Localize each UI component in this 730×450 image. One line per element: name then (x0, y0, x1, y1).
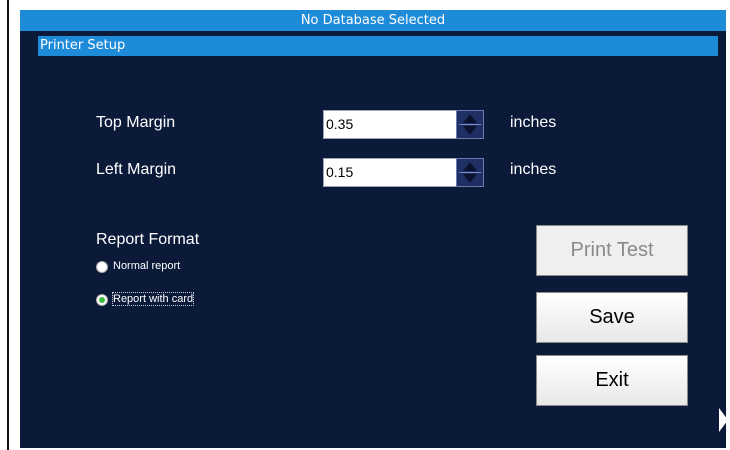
report-with-card-radio[interactable] (96, 294, 108, 306)
top-margin-input[interactable]: 0.35 (323, 110, 458, 139)
top-margin-label: Top Margin (96, 114, 176, 131)
left-margin-label: Left Margin (96, 161, 177, 178)
spinner-up-icon[interactable] (463, 114, 477, 123)
top-margin-unit: inches (510, 114, 557, 131)
report-with-card-label[interactable]: Report with card (111, 292, 195, 306)
section-title: Printer Setup (38, 36, 718, 56)
print-test-button[interactable]: Print Test (536, 225, 688, 276)
save-button[interactable]: Save (536, 292, 688, 343)
spinner-down-icon[interactable] (463, 174, 477, 183)
left-margin-unit: inches (510, 161, 557, 178)
spinner-divider (459, 124, 481, 125)
left-margin-input[interactable]: 0.15 (323, 158, 458, 187)
window-border-line (7, 0, 9, 450)
spinner-divider (459, 172, 481, 173)
normal-report-label[interactable]: Normal report (113, 260, 180, 272)
next-arrow-icon[interactable] (719, 408, 728, 432)
spinner-down-icon[interactable] (463, 126, 477, 135)
top-margin-spinner[interactable] (456, 110, 484, 139)
spinner-up-icon[interactable] (463, 162, 477, 171)
left-margin-spinner[interactable] (456, 158, 484, 187)
exit-button[interactable]: Exit (536, 355, 688, 406)
normal-report-radio[interactable] (96, 261, 108, 273)
report-format-heading: Report Format (96, 231, 200, 248)
window-title: No Database Selected (20, 10, 726, 31)
